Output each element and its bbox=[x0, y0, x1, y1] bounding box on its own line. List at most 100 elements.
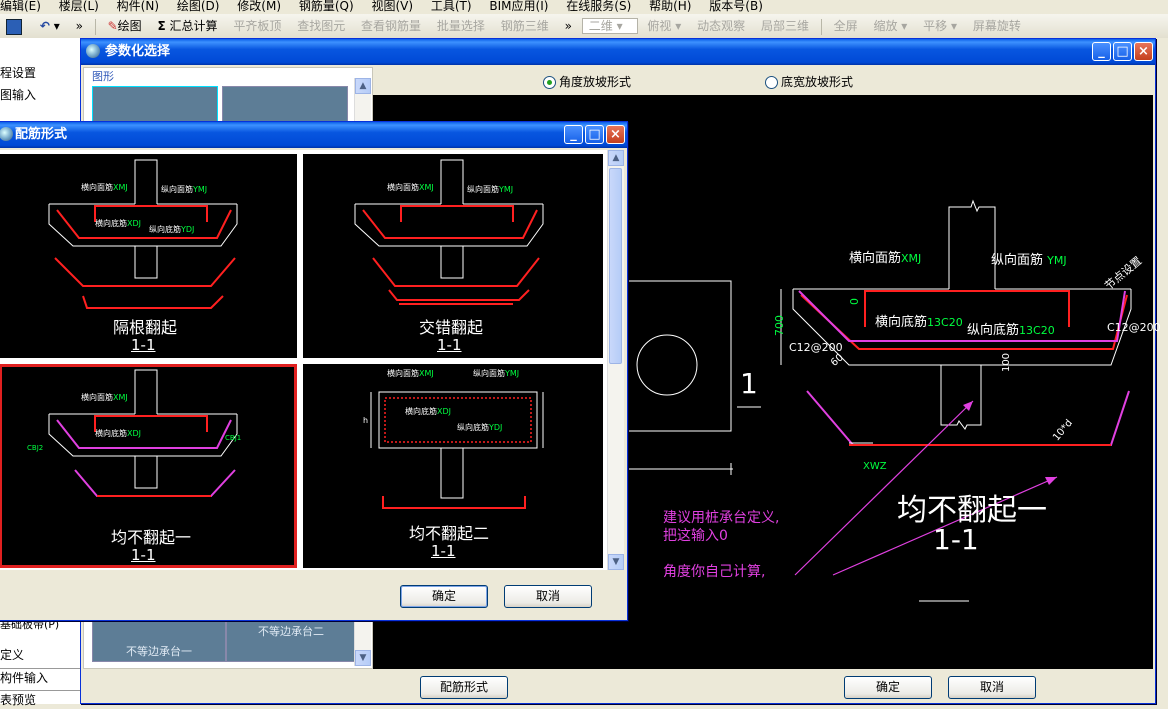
nav-define[interactable]: 定义 bbox=[0, 646, 80, 664]
menu-bar: 编辑(E) 楼层(L) 构件(N) 绘图(D) 修改(M) 钢筋量(Q) 视图(… bbox=[0, 0, 1168, 14]
top-transverse-label: 横向面筋XMJ bbox=[849, 251, 922, 266]
menu-draw[interactable]: 绘图(D) bbox=[177, 0, 220, 12]
undo-icon: ↶ bbox=[39, 19, 50, 33]
toolbar-separator-2 bbox=[820, 18, 822, 35]
right-stirrup-label: C12@200 bbox=[1107, 321, 1161, 334]
opt4-h-label: h bbox=[363, 416, 369, 425]
thumb-label-unequal-2: 不等边承台二 bbox=[258, 625, 324, 638]
scroll-up-icon[interactable]: ▲ bbox=[355, 78, 371, 94]
param-cancel-button[interactable]: 取消 bbox=[948, 676, 1036, 699]
rebar-dialog-titlebar: 配筋形式 _ □ × bbox=[0, 122, 627, 148]
rebar-list-scrollbar[interactable]: ▲ ▼ bbox=[607, 150, 624, 570]
shape-thumb-1[interactable] bbox=[92, 86, 218, 122]
rebar-option-3[interactable]: 横向面筋XMJ 横向底筋XDJ CBJ2 CBJ1 均不翻起一 1-1 bbox=[0, 364, 297, 568]
opt3-cbj1: CBJ1 bbox=[225, 434, 242, 442]
nav-component-input[interactable]: 构件输入 bbox=[0, 668, 80, 687]
find-button[interactable]: 查找图元 bbox=[291, 14, 351, 38]
view-2d-select[interactable]: 二维 ▾ bbox=[581, 18, 638, 34]
rebar-form-button[interactable]: 配筋形式 bbox=[420, 676, 508, 699]
nav-project-settings[interactable]: 程设置 bbox=[0, 64, 80, 82]
dim-700-label: 700 bbox=[773, 315, 786, 336]
rebar-option-2[interactable]: 横向面筋XMJ 纵向面筋YMJ 交错翻起 1-1 bbox=[303, 154, 603, 358]
sigma-icon: Σ bbox=[157, 19, 166, 33]
opt2-name: 交错翻起 bbox=[419, 318, 484, 337]
opt2-top-longitudinal: 纵向面筋YMJ bbox=[467, 185, 514, 194]
menu-version[interactable]: 版本号(B) bbox=[709, 0, 763, 12]
rebar-3d-button[interactable]: 钢筋三维 bbox=[495, 14, 555, 38]
maximize-button[interactable]: □ bbox=[1113, 42, 1132, 61]
menu-rebar[interactable]: 钢筋量(Q) bbox=[299, 0, 354, 12]
opt4-bottom-longitudinal: 纵向底筋YDJ bbox=[457, 423, 503, 432]
radio-width[interactable]: 底宽放坡形式 bbox=[765, 73, 853, 90]
app-icon bbox=[86, 44, 100, 58]
xwz-label: XWZ bbox=[863, 461, 887, 472]
nav-report-preview[interactable]: 表预览 bbox=[0, 690, 80, 709]
opt4-bottom-transverse: 横向底筋XDJ bbox=[405, 407, 451, 416]
radio-checked-icon bbox=[543, 76, 556, 89]
left-stirrup-label: C12@200 bbox=[789, 341, 843, 354]
rotate-button[interactable]: 屏幕旋转 bbox=[967, 14, 1027, 38]
maximize-button[interactable]: □ bbox=[585, 125, 604, 144]
bottom-longitudinal-label: 纵向底筋13C20 bbox=[967, 323, 1055, 338]
opt3-top-transverse: 横向面筋XMJ bbox=[81, 393, 128, 402]
dim-100-label: 100 bbox=[1001, 352, 1013, 373]
thumb-label-unequal-1: 不等边承台一 bbox=[126, 645, 192, 658]
view-rebar-button[interactable]: 查看钢筋量 bbox=[355, 14, 427, 38]
rebar-option-list: 横向面筋XMJ 纵向面筋YMJ 横向底筋XDJ 纵向底筋YDJ 隔根翻起 1-1… bbox=[0, 150, 624, 570]
rebar-option-4[interactable]: 横向面筋XMJ 纵向面筋YMJ 横向底筋XDJ 纵向底筋YDJ h 均不翻起二 … bbox=[303, 364, 603, 568]
opt1-section: 1-1 bbox=[131, 336, 156, 354]
pen-icon: ✎ bbox=[107, 19, 118, 33]
radio-angle[interactable]: 角度放坡形式 bbox=[543, 73, 631, 90]
close-button[interactable]: × bbox=[1134, 42, 1153, 61]
menu-tools[interactable]: 工具(T) bbox=[431, 0, 472, 12]
menu-component[interactable]: 构件(N) bbox=[117, 0, 159, 12]
param-dialog-titlebar: 参数化选择 _ □ × bbox=[81, 39, 1155, 65]
scroll-down-icon[interactable]: ▼ bbox=[355, 650, 371, 666]
save-button[interactable] bbox=[0, 14, 30, 38]
rebar-cancel-button[interactable]: 取消 bbox=[504, 585, 592, 608]
local-3d-button[interactable]: 局部三维 bbox=[755, 14, 815, 38]
menu-floor[interactable]: 楼层(L) bbox=[59, 0, 99, 12]
align-top-button[interactable]: 平齐板顶 bbox=[227, 14, 287, 38]
shape-thumb-2[interactable] bbox=[222, 86, 348, 122]
param-dialog-title: 参数化选择 bbox=[105, 44, 171, 59]
undo-button[interactable]: ↶ ▾ bbox=[34, 14, 66, 38]
note-line-2: 把这输入0 bbox=[663, 528, 728, 544]
sum-button[interactable]: Σ 汇总计算 bbox=[151, 14, 223, 38]
scroll-down-icon[interactable]: ▼ bbox=[608, 554, 624, 570]
top-longitudinal-label: 纵向面筋 YMJ bbox=[991, 253, 1067, 268]
draw-button[interactable]: ✎绘图 bbox=[102, 14, 148, 38]
dim-0-label: 0 bbox=[848, 298, 861, 305]
menu-help[interactable]: 帮助(H) bbox=[649, 0, 691, 12]
rebar-option-1[interactable]: 横向面筋XMJ 纵向面筋YMJ 横向底筋XDJ 纵向底筋YDJ 隔根翻起 1-1 bbox=[0, 154, 297, 358]
orbit-button[interactable]: 动态观察 bbox=[691, 14, 751, 38]
pan-button[interactable]: 平移 ▾ bbox=[917, 14, 963, 38]
menu-view[interactable]: 视图(V) bbox=[371, 0, 413, 12]
param-ok-button[interactable]: 确定 bbox=[844, 676, 932, 699]
zoom-button[interactable]: 缩放 ▾ bbox=[867, 14, 913, 38]
opt4-top-longitudinal: 纵向面筋YMJ bbox=[473, 369, 520, 378]
opt4-section: 1-1 bbox=[431, 542, 456, 560]
opt1-top-longitudinal: 纵向面筋YMJ bbox=[161, 185, 208, 194]
note-line-3: 角度你自己计算, bbox=[663, 564, 766, 580]
rebar-form-dialog: 配筋形式 _ □ × 横向面筋XMJ 纵向面筋YMJ 横向底筋XDJ 纵向底筋Y… bbox=[0, 121, 628, 621]
minimize-button[interactable]: _ bbox=[564, 125, 583, 144]
opt1-bottom-transverse: 横向底筋XDJ bbox=[95, 219, 141, 228]
scroll-up-icon[interactable]: ▲ bbox=[608, 150, 624, 166]
opt1-name: 隔根翻起 bbox=[113, 318, 178, 337]
rebar-ok-button[interactable]: 确定 bbox=[400, 585, 488, 608]
top-view-button[interactable]: 俯视 ▾ bbox=[641, 14, 687, 38]
overflow-icon[interactable]: » bbox=[70, 14, 89, 38]
minimize-button[interactable]: _ bbox=[1092, 42, 1111, 61]
fullscreen-button[interactable]: 全屏 bbox=[828, 14, 864, 38]
scroll-thumb[interactable] bbox=[609, 168, 622, 364]
overflow-icon-2[interactable]: » bbox=[559, 14, 578, 38]
batch-select-button[interactable]: 批量选择 bbox=[431, 14, 491, 38]
shape-group-label: 图形 bbox=[92, 70, 114, 83]
nav-drawing-input[interactable]: 图输入 bbox=[0, 86, 80, 104]
menu-modify[interactable]: 修改(M) bbox=[237, 0, 281, 12]
menu-bim[interactable]: BIM应用(I) bbox=[489, 0, 548, 12]
menu-online[interactable]: 在线服务(S) bbox=[566, 0, 631, 12]
close-button[interactable]: × bbox=[606, 125, 625, 144]
menu-edit[interactable]: 编辑(E) bbox=[0, 0, 41, 12]
